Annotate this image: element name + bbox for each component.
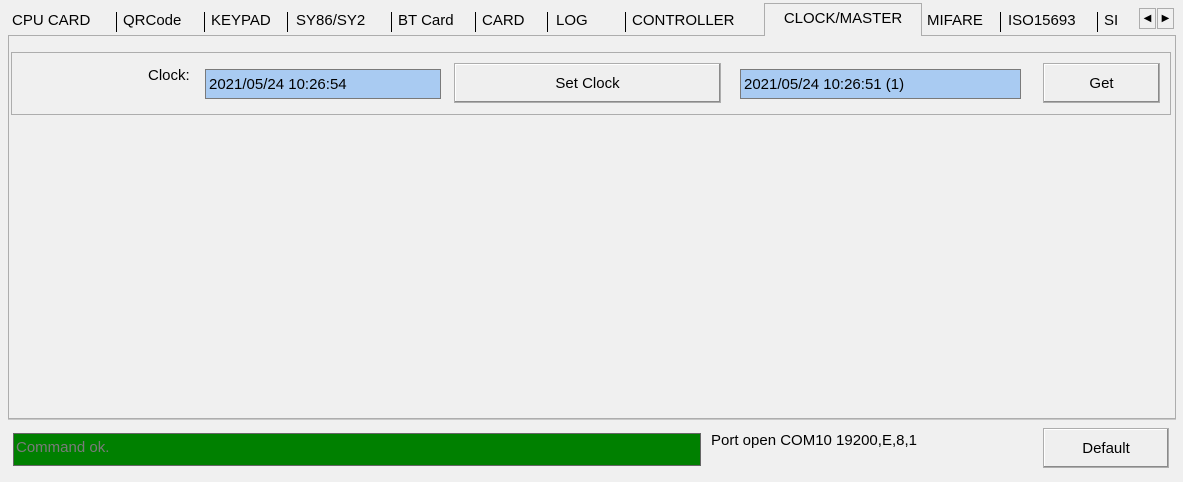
status-bar: Command ok. [13,433,701,466]
tab-label: QRCode [123,12,182,29]
tab-label: CPU CARD [12,12,91,29]
scroll-right-icon[interactable]: ▶ [1157,8,1174,29]
tab-label: SY86/SY2 [296,12,366,29]
tab-clock-master[interactable]: CLOCK/MASTER [764,3,922,36]
tab-label: LOG [556,12,588,29]
get-button[interactable]: Get [1043,63,1160,103]
tab-iso15693[interactable]: ISO15693 [1008,8,1098,34]
tab-sy86-sy2[interactable]: SY86/SY2 [296,8,392,34]
tab-label: SI [1104,12,1119,29]
scroll-left-icon[interactable]: ◀ [1139,8,1156,29]
clock-input[interactable]: 2021/05/24 10:26:54 [205,69,441,99]
tab-keypad[interactable]: KEYPAD [211,8,288,34]
tab-qrcode[interactable]: QRCode [123,8,205,34]
tab-strip: CPU CARD QRCode KEYPAD SY86/SY2 BT Card … [0,0,1183,40]
clock-label: Clock: [148,67,190,84]
status-message: Command ok. [16,439,110,456]
tab-bt-card[interactable]: BT Card [398,8,476,34]
tab-controller[interactable]: CONTROLLER [632,8,762,34]
tab-label: MIFARE [927,12,983,29]
tab-log[interactable]: LOG [556,8,626,34]
tab-scroll-buttons: ◀ ▶ [1139,8,1175,30]
set-clock-button[interactable]: Set Clock [454,63,721,103]
tab-cpu-card[interactable]: CPU CARD [12,8,117,34]
port-status: Port open COM10 19200,E,8,1 [711,432,917,449]
tab-label: KEYPAD [211,12,271,29]
tab-label: CLOCK/MASTER [783,10,903,27]
tab-card[interactable]: CARD [482,8,548,34]
default-button[interactable]: Default [1043,428,1169,468]
tab-mifare[interactable]: MIFARE [927,8,1001,34]
tab-label: CONTROLLER [632,12,735,29]
clock-groupbox: Clock: 2021/05/24 10:26:54 Set Clock 202… [11,52,1171,115]
clock-result-field[interactable]: 2021/05/24 10:26:51 (1) [740,69,1021,99]
tab-label: CARD [482,12,525,29]
status-separator [8,419,1176,420]
clock-master-page: Clock: 2021/05/24 10:26:54 Set Clock 202… [8,36,1176,419]
tab-label: BT Card [398,12,454,29]
tab-si[interactable]: SI [1104,8,1138,34]
tab-label: ISO15693 [1008,12,1076,29]
